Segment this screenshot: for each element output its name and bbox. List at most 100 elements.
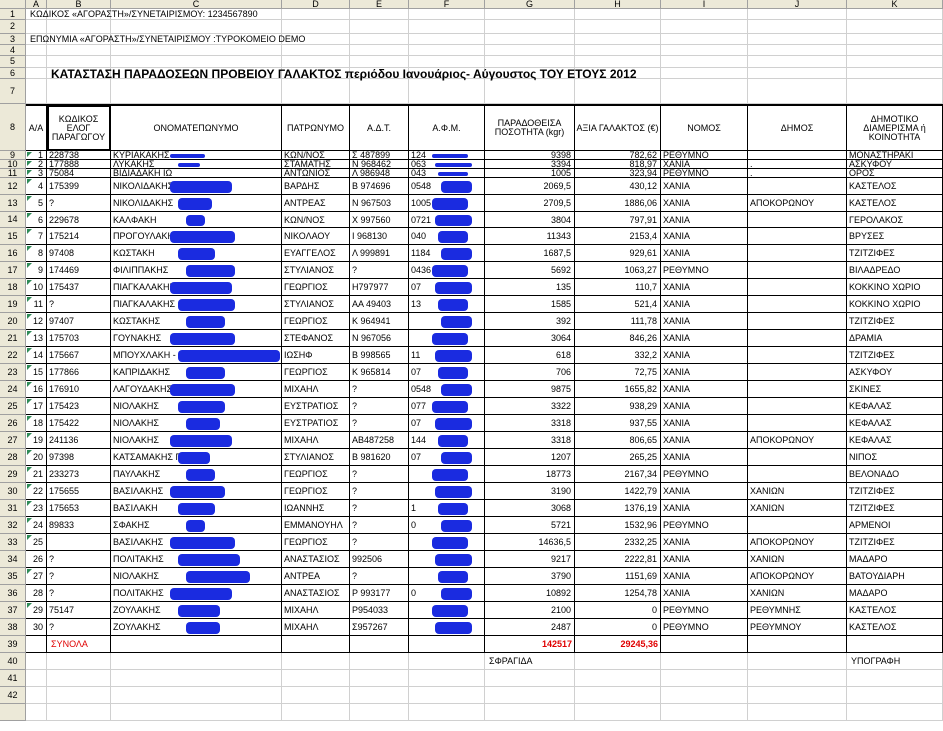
grid-cell[interactable] xyxy=(485,45,575,56)
municipality[interactable] xyxy=(748,228,847,245)
milk-value[interactable]: 323,94 xyxy=(575,169,661,178)
municipality[interactable]: ΧΑΝΙΩΝ xyxy=(748,483,847,500)
row-header[interactable]: 10 xyxy=(0,160,26,169)
milk-value[interactable]: 929,61 xyxy=(575,245,661,262)
row-header[interactable]: 30 xyxy=(0,483,26,500)
community[interactable]: ΤΖΙΤΖΙΦΕΣ xyxy=(847,483,943,500)
row-header[interactable]: 34 xyxy=(0,551,26,568)
grid-cell[interactable] xyxy=(748,653,847,670)
father-name[interactable]: ΕΥΣΤΡΑΤΙΟΣ xyxy=(282,415,350,432)
father-name[interactable]: ΑΝΑΣΤΑΣΙΟΣ xyxy=(282,551,350,568)
father-name[interactable]: ΣΤΥΛΙΑΝΟΣ xyxy=(282,296,350,313)
grid-cell[interactable] xyxy=(661,20,748,34)
community[interactable]: ΤΖΙΤΖΙΦΕΣ xyxy=(847,313,943,330)
full-name[interactable]: ΒΙΔΙΑΔΑΚΗ ΙΩ xyxy=(111,169,282,178)
elog-code[interactable]: 241136 xyxy=(47,432,111,449)
father-name[interactable]: ΑΝΑΣΤΑΣΙΟΣ xyxy=(282,585,350,602)
id-number[interactable]: Η797977 xyxy=(350,279,409,296)
municipality[interactable] xyxy=(748,398,847,415)
quantity-kg[interactable]: 3394 xyxy=(485,160,575,169)
grid-cell[interactable] xyxy=(661,687,748,704)
grid-cell[interactable] xyxy=(26,670,47,687)
elog-code[interactable]: 175667 xyxy=(47,347,111,364)
elog-code[interactable] xyxy=(47,534,111,551)
elog-code[interactable]: 233273 xyxy=(47,466,111,483)
grid-cell[interactable] xyxy=(350,20,409,34)
grid-cell[interactable] xyxy=(350,704,409,721)
grid-cell[interactable] xyxy=(661,45,748,56)
grid-cell[interactable] xyxy=(575,34,661,45)
quantity-kg[interactable]: 1005 xyxy=(485,169,575,178)
quantity-kg[interactable]: 3064 xyxy=(485,330,575,347)
municipality[interactable] xyxy=(748,330,847,347)
grid-cell[interactable] xyxy=(111,20,282,34)
row-header[interactable]: 24 xyxy=(0,381,26,398)
community[interactable]: ΜΑΔΑΡΟ xyxy=(847,585,943,602)
row-header[interactable]: 37 xyxy=(0,602,26,619)
row-header[interactable]: 18 xyxy=(0,279,26,296)
grid-cell[interactable] xyxy=(111,670,282,687)
grid-cell[interactable] xyxy=(409,704,485,721)
milk-value[interactable]: 332,2 xyxy=(575,347,661,364)
milk-value[interactable]: 265,25 xyxy=(575,449,661,466)
prefecture[interactable]: ΧΑΝΙΑ xyxy=(661,330,748,347)
milk-value[interactable]: 72,75 xyxy=(575,364,661,381)
column-header-G[interactable]: G xyxy=(485,0,575,9)
quantity-kg[interactable]: 9875 xyxy=(485,381,575,398)
quantity-kg[interactable]: 1687,5 xyxy=(485,245,575,262)
id-number[interactable]: Λ 999891 xyxy=(350,245,409,262)
elog-code[interactable]: 75084 xyxy=(47,169,111,178)
grid-cell[interactable] xyxy=(847,68,943,79)
id-number[interactable]: Ν 967503 xyxy=(350,195,409,212)
prefecture[interactable]: ΧΑΝΙΑ xyxy=(661,212,748,228)
father-name[interactable]: ΕΥΑΓΓΕΛΟΣ xyxy=(282,245,350,262)
grid-cell[interactable] xyxy=(47,79,111,104)
father-name[interactable]: ΙΩΑΝΝΗΣ xyxy=(282,500,350,517)
grid-cell[interactable] xyxy=(847,687,943,704)
id-number[interactable]: 992506 xyxy=(350,551,409,568)
prefecture[interactable]: ΡΕΘΥΜΝΟ xyxy=(661,619,748,636)
elog-code[interactable]: 97398 xyxy=(47,449,111,466)
prefecture[interactable]: ΡΕΘΥΜΝΟ xyxy=(661,262,748,279)
row-header[interactable]: 27 xyxy=(0,432,26,449)
grid-cell[interactable] xyxy=(111,653,282,670)
elog-code[interactable]: ? xyxy=(47,568,111,585)
prefecture[interactable]: ΧΑΝΙΑ xyxy=(661,279,748,296)
id-number[interactable]: Ρ 993177 xyxy=(350,585,409,602)
grid-cell[interactable] xyxy=(26,45,47,56)
father-name[interactable]: ΓΕΩΡΓΙΟΣ xyxy=(282,534,350,551)
quantity-kg[interactable]: 2069,5 xyxy=(485,178,575,195)
quantity-kg[interactable]: 706 xyxy=(485,364,575,381)
milk-value[interactable]: 806,65 xyxy=(575,432,661,449)
row-header[interactable]: 12 xyxy=(0,178,26,195)
grid-cell[interactable] xyxy=(575,687,661,704)
id-number[interactable]: Λ 986948 xyxy=(350,169,409,178)
grid-cell[interactable] xyxy=(748,79,847,104)
milk-value[interactable]: 782,62 xyxy=(575,151,661,160)
father-name[interactable]: ΑΝΤΩΝΙΟΣ xyxy=(282,169,350,178)
community[interactable]: ΒΙΛΑΔΡΕΔΟ xyxy=(847,262,943,279)
elog-code[interactable]: 175399 xyxy=(47,178,111,195)
prefecture[interactable]: ΧΑΝΙΑ xyxy=(661,381,748,398)
row-header[interactable]: 28 xyxy=(0,449,26,466)
municipality[interactable]: ΧΑΝΙΩΝ xyxy=(748,551,847,568)
quantity-kg[interactable]: 1207 xyxy=(485,449,575,466)
father-name[interactable]: ΣΤΥΛΙΑΝΟΣ xyxy=(282,449,350,466)
municipality[interactable] xyxy=(748,262,847,279)
municipality[interactable] xyxy=(748,279,847,296)
grid-cell[interactable] xyxy=(47,670,111,687)
quantity-kg[interactable]: 5721 xyxy=(485,517,575,534)
prefecture[interactable]: ΧΑΝΙΑ xyxy=(661,483,748,500)
municipality[interactable] xyxy=(748,449,847,466)
elog-code[interactable]: 175655 xyxy=(47,483,111,500)
elog-code[interactable]: 177888 xyxy=(47,160,111,169)
father-name[interactable]: ΝΙΚΟΛΑΟΥ xyxy=(282,228,350,245)
elog-code[interactable]: 175653 xyxy=(47,500,111,517)
community[interactable]: ΒΑΤΟΥΔΙΑΡΗ xyxy=(847,568,943,585)
grid-cell[interactable] xyxy=(661,56,748,68)
municipality[interactable]: ΡΕΘΥΜΝΟΥ xyxy=(748,619,847,636)
column-header-H[interactable]: H xyxy=(575,0,661,9)
community[interactable]: ΔΡΑΜΙΑ xyxy=(847,330,943,347)
prefecture[interactable]: ΧΑΝΙΑ xyxy=(661,296,748,313)
elog-code[interactable]: 97408 xyxy=(47,245,111,262)
